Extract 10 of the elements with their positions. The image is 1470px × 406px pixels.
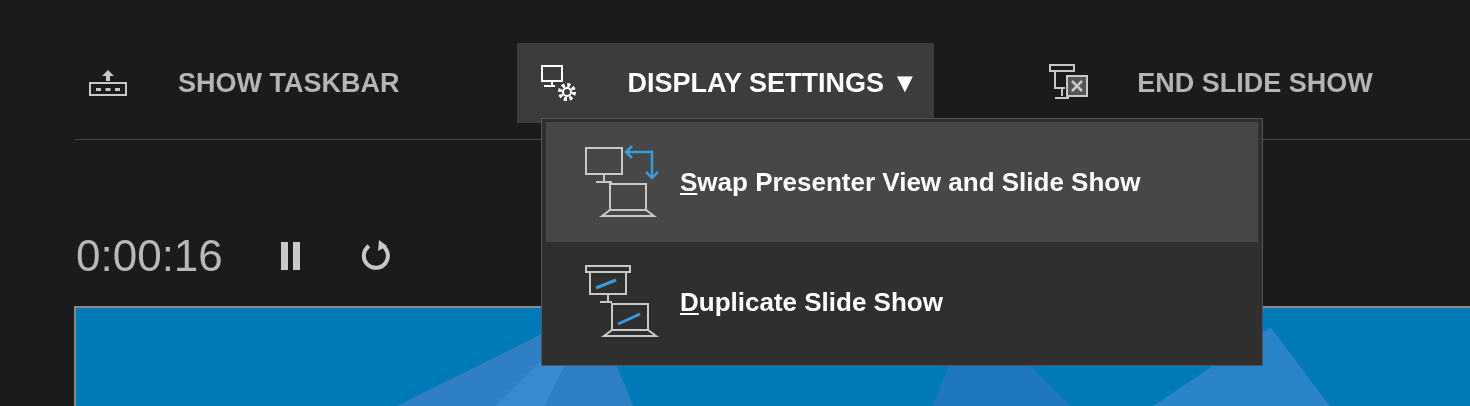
display-settings-button[interactable]: DISPLAY SETTINGS ▼	[517, 43, 935, 123]
menu-item[interactable]: Duplicate Slide Show	[546, 242, 1258, 362]
pause-icon[interactable]	[278, 241, 303, 271]
swap-displays-icon	[584, 144, 660, 220]
end-show-button[interactable]: END SLIDE SHOW	[1034, 43, 1381, 123]
taskbar-icon	[88, 68, 128, 98]
duplicate-displays-icon	[584, 264, 660, 340]
elapsed-time: 0:00:16	[76, 231, 223, 281]
menu-item[interactable]: Swap Presenter View and Slide Show	[546, 122, 1258, 242]
show-taskbar-button[interactable]: SHOW TASKBAR	[75, 43, 408, 123]
